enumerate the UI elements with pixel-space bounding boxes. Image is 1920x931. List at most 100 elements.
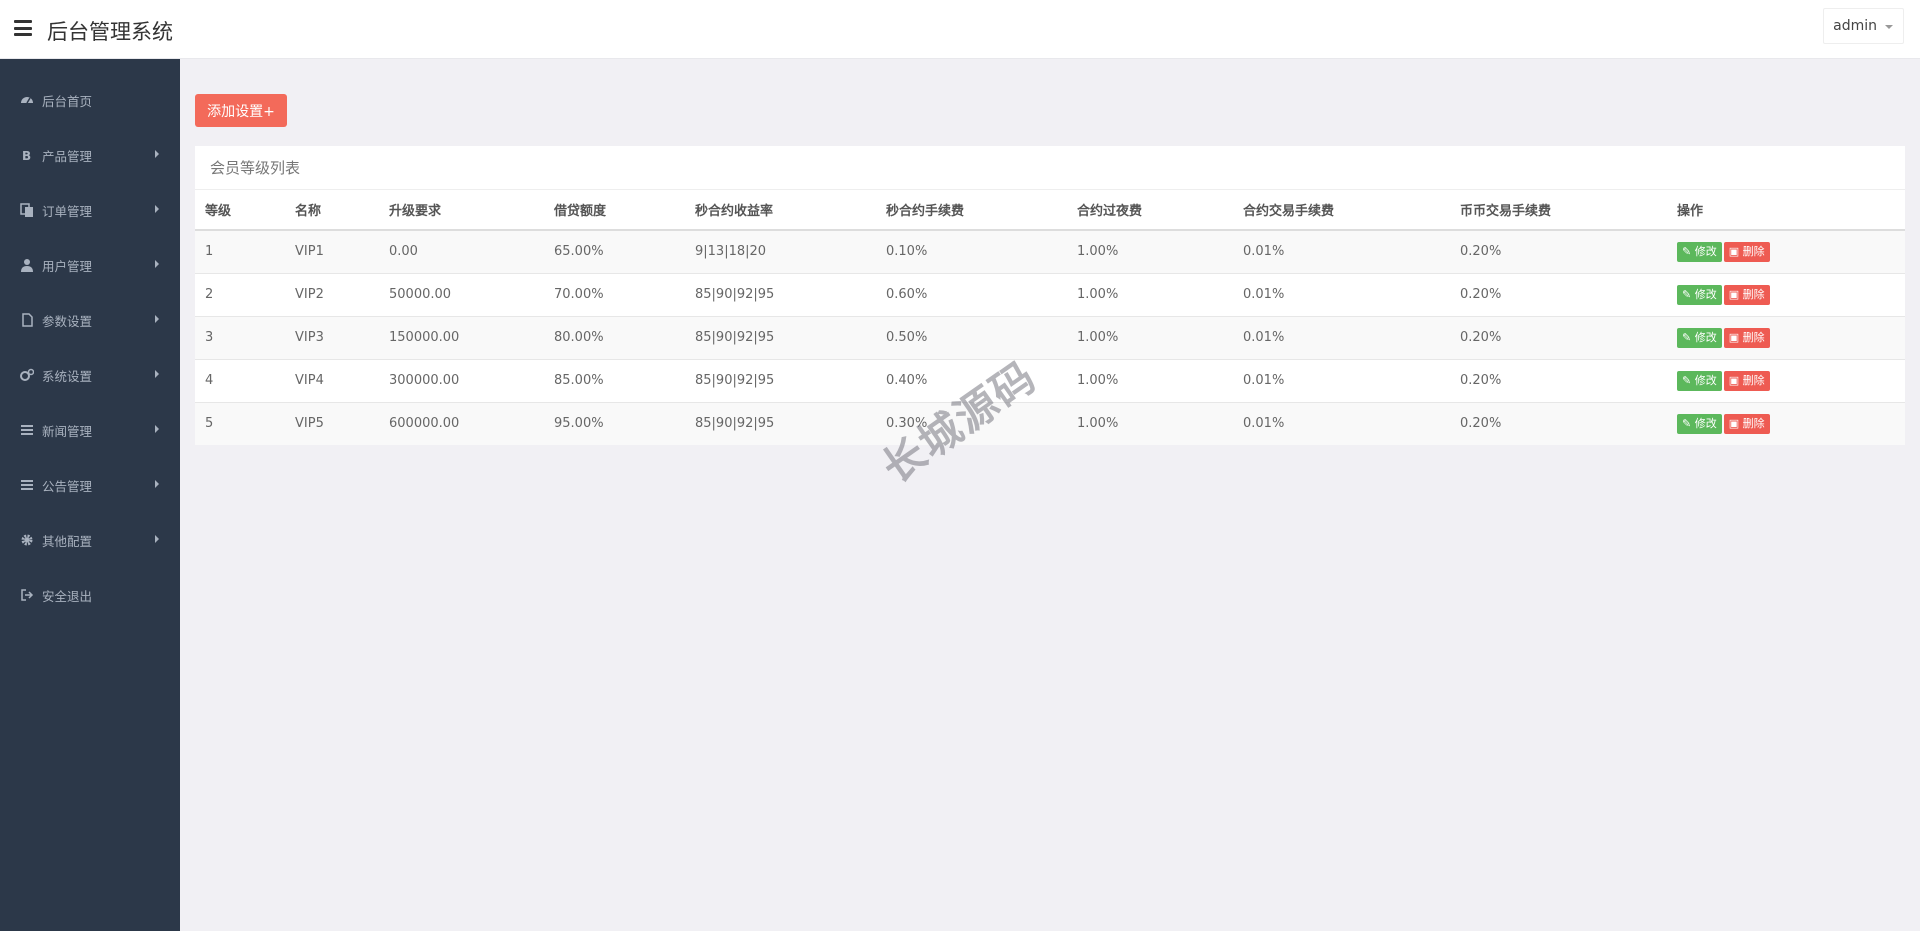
list-icon xyxy=(21,480,33,490)
column-header: 合约交易手续费 xyxy=(1233,190,1450,231)
delete-label: 删除 xyxy=(1742,287,1765,301)
caret-right-icon xyxy=(155,260,159,268)
sidebar-item-orders[interactable]: 订单管理 xyxy=(0,190,180,230)
trash-icon: ▣ xyxy=(1728,373,1743,387)
caret-right-icon xyxy=(155,370,159,378)
app-title: 后台管理系统 xyxy=(47,20,173,44)
user-name: admin xyxy=(1833,18,1877,34)
actions-cell: ✎ 修改 ▣ 删除 xyxy=(1667,358,1905,402)
table-cell: 0.20% xyxy=(1450,401,1667,445)
sidebar-item-users[interactable]: 用户管理 xyxy=(0,245,180,285)
table-cell: 3 xyxy=(195,315,285,359)
edit-button[interactable]: ✎ 修改 xyxy=(1677,413,1722,434)
table-cell: 0.20% xyxy=(1450,315,1667,359)
delete-button[interactable]: ▣ 删除 xyxy=(1723,241,1770,262)
delete-label: 删除 xyxy=(1742,416,1765,430)
gear-icon xyxy=(21,534,33,546)
delete-button[interactable]: ▣ 删除 xyxy=(1723,284,1770,305)
table-cell: 150000.00 xyxy=(379,315,544,359)
list-icon xyxy=(21,425,33,435)
edit-label: 修改 xyxy=(1694,416,1717,430)
sidebar-item-system-settings[interactable]: 系统设置 xyxy=(0,355,180,395)
table-cell: VIP1 xyxy=(285,229,379,273)
table-row: 2 VIP2 50000.00 70.00% 85|90|92|95 0.60% 1.00%… xyxy=(195,272,1905,316)
table-cell: 1.00% xyxy=(1067,229,1233,273)
gears-icon xyxy=(20,368,34,381)
member-level-panel: 会员等级列表 等级 名称 升级要求 借贷额度 秒合约收益率 秒合约手续费 合约过… xyxy=(195,146,1905,445)
table-cell: 1.00% xyxy=(1067,272,1233,316)
caret-right-icon xyxy=(155,150,159,158)
actions-cell: ✎ 修改 ▣ 删除 xyxy=(1667,229,1905,273)
edit-button[interactable]: ✎ 修改 xyxy=(1677,241,1722,262)
table-cell: 0.60% xyxy=(876,272,1067,316)
edit-label: 修改 xyxy=(1694,244,1717,258)
caret-right-icon xyxy=(155,425,159,433)
pencil-icon: ✎ xyxy=(1682,330,1695,344)
trash-icon: ▣ xyxy=(1728,330,1743,344)
table-row: 4 VIP4 300000.00 85.00% 85|90|92|95 0.40% 1.00… xyxy=(195,358,1905,402)
delete-button[interactable]: ▣ 删除 xyxy=(1723,370,1770,391)
edit-label: 修改 xyxy=(1694,373,1717,387)
table-row: 1 VIP1 0.00 65.00% 9|13|18|20 0.10% 1.00% 0.01%… xyxy=(195,229,1905,273)
table-cell: 85.00% xyxy=(544,358,685,402)
column-header: 借贷额度 xyxy=(544,190,685,231)
table-cell: 85|90|92|95 xyxy=(685,272,876,316)
edit-label: 修改 xyxy=(1694,330,1717,344)
menu-toggle-icon[interactable] xyxy=(14,20,32,36)
edit-button[interactable]: ✎ 修改 xyxy=(1677,284,1722,305)
pencil-icon: ✎ xyxy=(1682,416,1695,430)
column-header: 名称 xyxy=(285,190,379,231)
actions-cell: ✎ 修改 ▣ 删除 xyxy=(1667,272,1905,316)
table-cell: 1.00% xyxy=(1067,401,1233,445)
table-cell: 0.40% xyxy=(876,358,1067,402)
sidebar-item-label: 安全退出 xyxy=(42,589,93,604)
table-cell: 0.20% xyxy=(1450,229,1667,273)
sidebar-item-news[interactable]: 新闻管理 xyxy=(0,410,180,450)
caret-right-icon xyxy=(155,535,159,543)
column-header: 秒合约收益率 xyxy=(685,190,876,231)
table-cell: 4 xyxy=(195,358,285,402)
trash-icon: ▣ xyxy=(1728,287,1743,301)
table-cell: 1.00% xyxy=(1067,358,1233,402)
sidebar-item-other-config[interactable]: 其他配置 xyxy=(0,520,180,560)
user-dropdown[interactable]: admin xyxy=(1823,8,1904,44)
table-cell: VIP2 xyxy=(285,272,379,316)
table-cell: 85|90|92|95 xyxy=(685,358,876,402)
table-cell: 0.01% xyxy=(1233,315,1450,359)
table-cell: 85|90|92|95 xyxy=(685,401,876,445)
sidebar-item-announcements[interactable]: 公告管理 xyxy=(0,465,180,505)
sidebar-item-dashboard[interactable]: 后台首页 xyxy=(0,80,180,120)
table-cell: 0.01% xyxy=(1233,229,1450,273)
caret-right-icon xyxy=(155,205,159,213)
table-cell: 1 xyxy=(195,229,285,273)
delete-button[interactable]: ▣ 删除 xyxy=(1723,413,1770,434)
table-cell: 0.01% xyxy=(1233,358,1450,402)
trash-icon: ▣ xyxy=(1728,416,1743,430)
sidebar-item-logout[interactable]: 安全退出 xyxy=(0,575,180,615)
table-cell: 5 xyxy=(195,401,285,445)
table-cell: 50000.00 xyxy=(379,272,544,316)
edit-label: 修改 xyxy=(1694,287,1717,301)
actions-cell: ✎ 修改 ▣ 删除 xyxy=(1667,315,1905,359)
table-cell: VIP3 xyxy=(285,315,379,359)
delete-button[interactable]: ▣ 删除 xyxy=(1723,327,1770,348)
sidebar-item-label: 参数设置 xyxy=(42,314,93,329)
table-row: 3 VIP3 150000.00 80.00% 85|90|92|95 0.50% 1.00… xyxy=(195,315,1905,359)
table-cell: VIP4 xyxy=(285,358,379,402)
table-cell: 600000.00 xyxy=(379,401,544,445)
edit-button[interactable]: ✎ 修改 xyxy=(1677,370,1722,391)
add-setting-button[interactable]: 添加设置+ xyxy=(195,94,287,127)
caret-right-icon xyxy=(155,315,159,323)
table-cell: 0.10% xyxy=(876,229,1067,273)
column-header: 秒合约手续费 xyxy=(876,190,1067,231)
member-level-table: 等级 名称 升级要求 借贷额度 秒合约收益率 秒合约手续费 合约过夜费 合约交易… xyxy=(195,190,1905,445)
sidebar-item-products[interactable]: B 产品管理 xyxy=(0,135,180,175)
sidebar-item-parameters[interactable]: 参数设置 xyxy=(0,300,180,340)
table-cell: 0.50% xyxy=(876,315,1067,359)
sidebar-item-label: 产品管理 xyxy=(42,149,93,164)
panel-title: 会员等级列表 xyxy=(210,159,301,177)
edit-button[interactable]: ✎ 修改 xyxy=(1677,327,1722,348)
table-cell: 1.00% xyxy=(1067,315,1233,359)
user-icon xyxy=(21,259,33,272)
pencil-icon: ✎ xyxy=(1682,244,1695,258)
